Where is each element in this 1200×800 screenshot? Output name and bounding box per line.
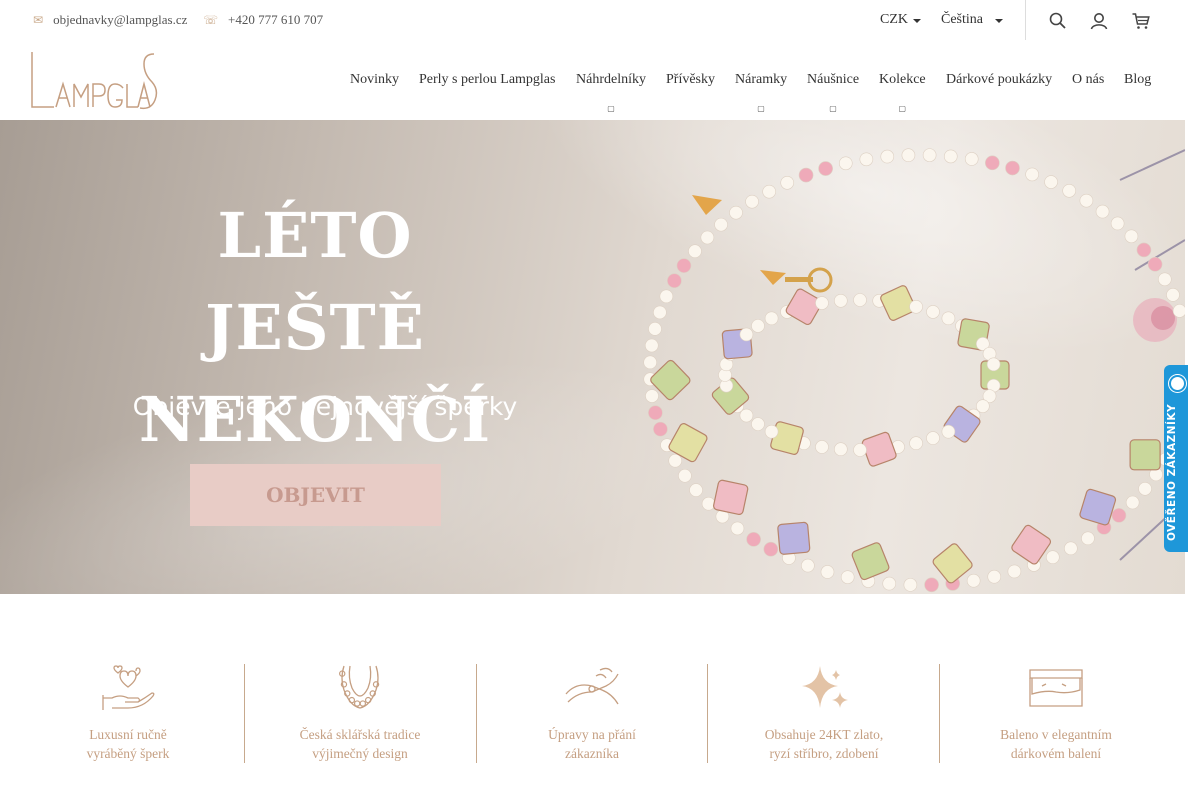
nav-label: Blog [1124, 72, 1152, 87]
gift-box-icon [1029, 669, 1083, 707]
feature-text: Luxusní ručně vyráběný šperk [12, 725, 244, 763]
nav-item-naramky[interactable]: Náramky ▢ [735, 72, 788, 113]
feature-text: Baleno v elegantním dárkovém balení [940, 725, 1172, 763]
feature-item: Luxusní ručně vyráběný šperk [12, 664, 244, 764]
nav-label: Náušnice [807, 72, 860, 87]
chevron-down-icon [995, 19, 1003, 23]
email-text[interactable]: objednavky@lampglas.cz [53, 12, 187, 28]
feature-text: Obsahuje 24KT zlato, ryzí stříbro, zdobe… [708, 725, 940, 763]
feature-line: výjimečný design [312, 746, 408, 761]
pliers-icon [565, 667, 619, 705]
submenu-indicator-icon[interactable]: ▢ [899, 104, 907, 113]
feature-item: Česká sklářská tradice výjimečný design [244, 664, 476, 764]
feature-line: Úpravy na přání [548, 727, 636, 742]
divider [1025, 0, 1026, 40]
email-link[interactable]: ✉ objednavky@lampglas.cz [33, 12, 187, 28]
search-icon[interactable] [1048, 11, 1068, 31]
nav-label: Perly s perlou Lampglas [419, 72, 556, 87]
envelope-icon: ✉ [33, 13, 44, 27]
nav-item-darkove-poukazky[interactable]: Dárkové poukázky [946, 72, 1052, 88]
sparkle-icon [802, 666, 848, 708]
submenu-indicator-icon[interactable]: ▢ [829, 104, 837, 113]
phone-link[interactable]: ☏ +420 777 610 707 [203, 12, 323, 28]
nav-label: Kolekce [879, 72, 926, 87]
discover-button[interactable]: OBJEVIT [190, 464, 441, 526]
features-strip: Luxusní ručně vyráběný šperk Česká sklář… [12, 664, 1172, 764]
nav-item-privesky[interactable]: Přívěsky [666, 72, 715, 88]
hero-subtitle: Objevte jeho nejnovější šperky [132, 392, 518, 421]
feature-line: Česká sklářská tradice [299, 727, 421, 742]
nav-label: Náhrdelníky [576, 72, 646, 87]
feature-line: Obsahuje 24KT zlato, [764, 727, 884, 742]
feature-line: Luxusní ručně [89, 727, 167, 742]
feature-item: Baleno v elegantním dárkovém balení [940, 664, 1172, 764]
language-select[interactable]: Čeština [941, 12, 1003, 28]
feature-line: Baleno v elegantním [1000, 727, 1112, 742]
nav-item-blog[interactable]: Blog [1124, 72, 1151, 88]
hero-banner[interactable]: LÉTO JEŠTĚ NEKONČÍ Objevte jeho nejnověj… [0, 120, 1185, 594]
chevron-down-icon [913, 19, 921, 23]
nav-item-o-nas[interactable]: O nás [1072, 72, 1104, 88]
feature-line: dárkovém balení [1010, 746, 1102, 761]
phone-icon: ☏ [203, 13, 219, 27]
nav-label: Náramky [735, 72, 788, 87]
language-value: Čeština [941, 12, 983, 27]
submenu-indicator-icon[interactable]: ▢ [757, 104, 765, 113]
feature-text: Česká sklářská tradice výjimečný design [244, 725, 476, 763]
submenu-indicator-icon[interactable]: ▢ [607, 104, 615, 113]
feature-line: zákazníka [565, 746, 619, 761]
phone-text[interactable]: +420 777 610 707 [228, 12, 323, 28]
top-bar: ✉ objednavky@lampglas.cz ☏ +420 777 610 … [0, 0, 1185, 40]
cart-icon[interactable] [1131, 11, 1151, 31]
nav-item-novinky[interactable]: Novinky [350, 72, 399, 88]
feature-item: Úpravy na přání zákazníka [476, 664, 708, 764]
feature-text: Úpravy na přání zákazníka [476, 725, 708, 763]
pearl-bracelet [711, 285, 1010, 467]
currency-value: CZK [880, 12, 908, 27]
hero-title-line: LÉTO JEŠTĚ [205, 199, 425, 364]
main-nav: Novinky Perly s perlou Lampglas Náhrdeln… [0, 72, 1185, 113]
nav-label: Přívěsky [666, 72, 715, 87]
verified-by-customers-badge[interactable]: OVĚŘENO ZÁKAZNÍKY [1164, 365, 1188, 552]
feature-item: Obsahuje 24KT zlato, ryzí stříbro, zdobe… [708, 664, 940, 764]
feature-line: ryzí stříbro, zdobení [769, 746, 879, 761]
gold-clasp [692, 195, 833, 293]
currency-select[interactable]: CZK [880, 12, 921, 28]
user-icon[interactable] [1089, 11, 1109, 31]
hero-title: LÉTO JEŠTĚ NEKONČÍ [115, 190, 515, 466]
feature-line: vyráběný šperk [86, 746, 170, 761]
nav-label: Dárkové poukázky [946, 72, 1053, 87]
nav-item-kolekce[interactable]: Kolekce ▢ [879, 72, 926, 113]
hand-hearts-icon [102, 665, 155, 710]
necklace-icon [339, 665, 380, 709]
nav-label: Novinky [350, 72, 399, 87]
badge-text: OVĚŘENO ZÁKAZNÍKY [1166, 403, 1178, 541]
nav-item-nahrdelniky[interactable]: Náhrdelníky ▢ [576, 72, 646, 113]
nav-item-perly[interactable]: Perly s perlou Lampglas [419, 72, 555, 88]
nav-item-nausnice[interactable]: Náušnice ▢ [807, 72, 860, 113]
jewelry-photo [643, 148, 1185, 593]
nav-label: O nás [1072, 72, 1105, 87]
